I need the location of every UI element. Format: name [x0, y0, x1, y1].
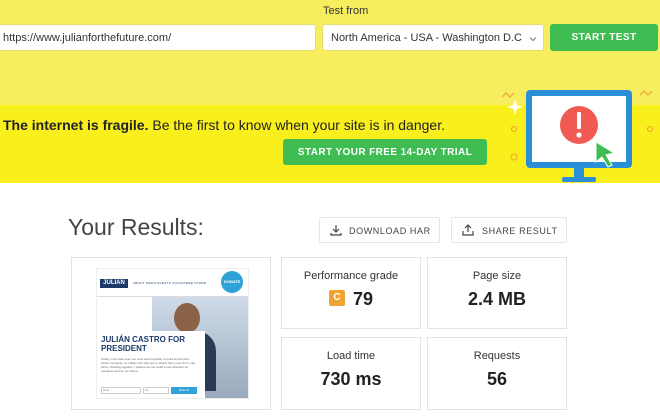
grade-score: 79 — [352, 289, 374, 309]
start-trial-button[interactable]: START YOUR FREE 14-DAY TRIAL — [283, 139, 487, 165]
site-nav-links: ABOUT NEWS EVENTS VOLUNTEER STORE — [133, 281, 207, 285]
banner-headline: The internet is fragile. Be the first to… — [3, 117, 445, 133]
download-har-button[interactable]: DOWNLOAD HAR — [319, 217, 440, 243]
url-input[interactable]: https://www.julianforthefuture.com/ — [0, 24, 316, 51]
share-result-label: SHARE RESULT — [482, 226, 558, 236]
metric-value: C 79 — [282, 289, 420, 310]
banner-headline-rest: Be the first to know when your site is i… — [148, 117, 445, 133]
alert-monitor-illustration — [501, 90, 653, 182]
photo-head — [174, 303, 200, 333]
page-screenshot-card: JULIAN ABOUT NEWS EVENTS VOLUNTEER STORE… — [71, 257, 271, 410]
site-zip-field: Zip — [143, 387, 169, 394]
grade-badge: C — [328, 290, 345, 307]
site-signup-form: Email Zip SIGN UP — [101, 387, 197, 395]
metric-label: Performance grade — [303, 270, 399, 282]
site-logo: JULIAN — [100, 279, 128, 288]
site-hero-title: JULIÁN CASTRO FOR PRESIDENT — [101, 335, 185, 353]
metric-requests: Requests 56 — [427, 337, 567, 410]
metric-label: Requests — [473, 350, 521, 362]
site-hero-text: Today, more than ever, we must work toge… — [101, 357, 196, 373]
metric-page-size: Page size 2.4 MB — [427, 257, 567, 329]
metric-value: 730 ms — [320, 369, 382, 389]
share-icon — [462, 224, 474, 236]
site-nav: JULIAN ABOUT NEWS EVENTS VOLUNTEER STORE… — [97, 269, 248, 297]
page-screenshot: JULIAN ABOUT NEWS EVENTS VOLUNTEER STORE… — [96, 268, 249, 399]
metric-performance-grade: Performance grade C 79 — [281, 257, 421, 329]
promo-banner: The internet is fragile. Be the first to… — [0, 90, 660, 183]
download-icon — [330, 225, 342, 236]
site-donate-badge: DONATE — [221, 271, 243, 293]
start-test-button[interactable]: START TEST — [550, 24, 658, 51]
site-hero: JULIÁN CASTRO FOR PRESIDENT Today, more … — [97, 331, 205, 398]
banner-headline-bold: The internet is fragile. — [3, 117, 149, 133]
metric-value: 56 — [486, 369, 508, 389]
test-from-label: Test from — [323, 5, 369, 17]
region-select[interactable]: North America - USA - Washington D.C — [322, 24, 544, 51]
results-title: Your Results: — [68, 214, 204, 240]
share-result-button[interactable]: SHARE RESULT — [451, 217, 567, 243]
site-email-field: Email — [101, 387, 141, 394]
metric-load-time: Load time 730 ms — [281, 337, 421, 410]
download-har-label: DOWNLOAD HAR — [349, 226, 431, 236]
site-signup-button: SIGN UP — [171, 387, 197, 394]
region-select-value: North America - USA - Washington D.C — [331, 32, 522, 44]
chevron-down-icon — [529, 37, 537, 42]
metric-value: 2.4 MB — [467, 289, 527, 309]
metric-label: Load time — [326, 350, 376, 362]
metric-label: Page size — [472, 270, 522, 282]
